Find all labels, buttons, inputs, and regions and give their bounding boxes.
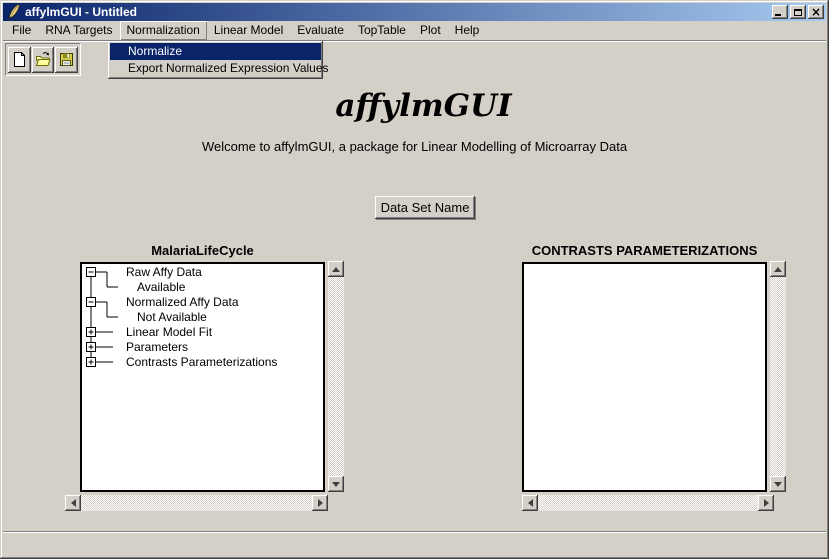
tree-item-available[interactable]: Available bbox=[137, 280, 185, 294]
tree-item-not-available[interactable]: Not Available bbox=[137, 310, 207, 324]
scroll-right-button[interactable] bbox=[312, 495, 328, 511]
tree-item-parameters[interactable]: Parameters bbox=[126, 340, 188, 354]
app-window: affylmGUI - Untitled × File RNA Targets … bbox=[0, 0, 829, 559]
tree-item-linear-model-fit[interactable]: Linear Model Fit bbox=[126, 325, 212, 339]
left-panel-title: MalariaLifeCycle bbox=[80, 243, 325, 258]
normalization-dropdown-menu: Normalize Export Normalized Expression V… bbox=[108, 41, 323, 79]
scroll-left-button[interactable] bbox=[522, 495, 538, 511]
welcome-text: Welcome to affylmGUI, a package for Line… bbox=[0, 139, 829, 154]
scroll-up-button[interactable] bbox=[328, 261, 344, 277]
new-file-icon bbox=[11, 51, 28, 68]
menu-toptable[interactable]: TopTable bbox=[351, 21, 413, 40]
scroll-track[interactable] bbox=[328, 277, 344, 476]
arrow-up-icon bbox=[774, 267, 782, 272]
menu-normalization[interactable]: Normalization bbox=[120, 21, 207, 40]
left-tree-hscrollbar[interactable] bbox=[65, 495, 328, 511]
close-icon: × bbox=[811, 7, 821, 17]
scroll-right-button[interactable] bbox=[758, 495, 774, 511]
maximize-icon bbox=[794, 9, 802, 16]
new-file-button[interactable] bbox=[8, 47, 31, 73]
left-tree-vscrollbar[interactable] bbox=[328, 261, 344, 492]
minimize-icon bbox=[775, 14, 781, 16]
bottom-separator bbox=[3, 531, 826, 533]
scroll-left-button[interactable] bbox=[65, 495, 81, 511]
menu-item-normalize[interactable]: Normalize bbox=[110, 43, 321, 60]
scroll-track[interactable] bbox=[81, 495, 312, 511]
tree-item-raw-affy-data[interactable]: Raw Affy Data bbox=[126, 265, 202, 279]
scroll-track[interactable] bbox=[538, 495, 758, 511]
maximize-button[interactable] bbox=[790, 5, 806, 19]
contrasts-hscrollbar[interactable] bbox=[522, 495, 774, 511]
menu-item-export-normalized[interactable]: Export Normalized Expression Values bbox=[110, 60, 321, 77]
open-file-button[interactable] bbox=[32, 47, 55, 73]
menu-bar: File RNA Targets Normalization Linear Mo… bbox=[3, 21, 826, 40]
arrow-down-icon bbox=[774, 482, 782, 487]
menu-help[interactable]: Help bbox=[448, 21, 487, 40]
save-floppy-icon bbox=[58, 51, 75, 68]
menu-file[interactable]: File bbox=[5, 21, 38, 40]
scroll-down-button[interactable] bbox=[770, 476, 786, 492]
arrow-right-icon bbox=[764, 499, 769, 507]
status-tree-listbox[interactable]: Raw Affy Data Available Normalized Affy … bbox=[80, 262, 325, 492]
arrow-down-icon bbox=[332, 482, 340, 487]
app-feather-icon bbox=[6, 4, 22, 20]
data-set-name-button[interactable]: Data Set Name bbox=[375, 196, 475, 219]
app-heading: affylmGUI bbox=[0, 88, 829, 124]
minimize-button[interactable] bbox=[772, 5, 788, 19]
scroll-track[interactable] bbox=[770, 277, 786, 476]
scroll-up-button[interactable] bbox=[770, 261, 786, 277]
arrow-left-icon bbox=[71, 499, 76, 507]
save-file-button[interactable] bbox=[55, 47, 78, 73]
toolbar bbox=[5, 43, 81, 76]
contrasts-vscrollbar[interactable] bbox=[770, 261, 786, 492]
tree-item-contrasts-parameterizations[interactable]: Contrasts Parameterizations bbox=[126, 355, 277, 369]
menu-evaluate[interactable]: Evaluate bbox=[290, 21, 351, 40]
arrow-up-icon bbox=[332, 267, 340, 272]
menu-linear-model[interactable]: Linear Model bbox=[207, 21, 290, 40]
close-button[interactable]: × bbox=[808, 5, 824, 19]
right-panel-title: CONTRASTS PARAMETERIZATIONS bbox=[522, 243, 767, 258]
titlebar[interactable]: affylmGUI - Untitled × bbox=[3, 3, 826, 21]
window-title: affylmGUI - Untitled bbox=[25, 3, 770, 21]
menu-plot[interactable]: Plot bbox=[413, 21, 448, 40]
open-folder-icon bbox=[35, 51, 52, 68]
arrow-left-icon bbox=[528, 499, 533, 507]
menu-rna-targets[interactable]: RNA Targets bbox=[38, 21, 119, 40]
contrasts-listbox[interactable] bbox=[522, 262, 767, 492]
tree-item-normalized-affy-data[interactable]: Normalized Affy Data bbox=[126, 295, 239, 309]
scroll-down-button[interactable] bbox=[328, 476, 344, 492]
arrow-right-icon bbox=[318, 499, 323, 507]
